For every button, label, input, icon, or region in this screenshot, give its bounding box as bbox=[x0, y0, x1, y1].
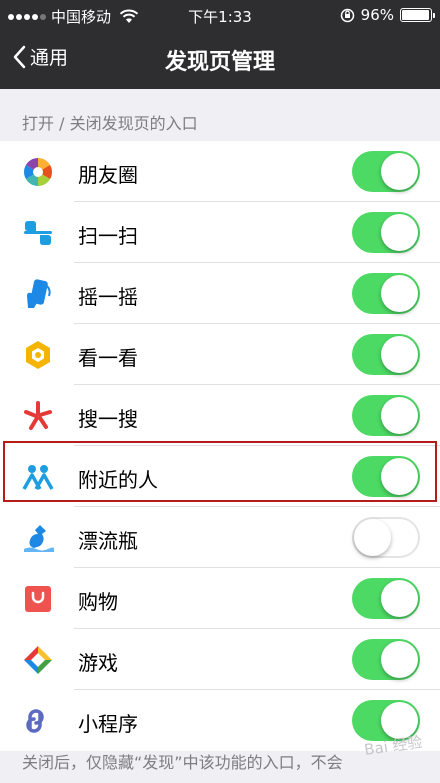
toggle-knob bbox=[381, 214, 418, 251]
toggle-knob bbox=[381, 641, 418, 678]
mini-programs-icon bbox=[26, 709, 44, 733]
list-item-shake: 摇一摇 bbox=[0, 263, 440, 324]
moments-icon bbox=[24, 158, 52, 186]
search-icon bbox=[24, 401, 52, 430]
list-item-games: 游戏 bbox=[0, 629, 440, 690]
toggle-knob bbox=[354, 519, 391, 556]
toggle-knob bbox=[381, 275, 418, 312]
toggle-knob bbox=[381, 397, 418, 434]
section-header: 打开 / 关闭发现页的入口 bbox=[22, 114, 198, 133]
list-item-label: 扫一扫 bbox=[78, 224, 138, 248]
list-item-drift-bottle: 漂流瓶 bbox=[0, 507, 440, 568]
back-label: 通用 bbox=[30, 47, 69, 69]
drift-bottle-icon bbox=[24, 525, 54, 552]
list-item-label: 游戏 bbox=[78, 651, 118, 675]
discover-entry-list: 朋友圈 扫一扫 摇一摇 看一看 搜一搜 附近的人 漂流瓶 购物 游戏 小程序 bbox=[0, 141, 440, 751]
toggle-switch[interactable] bbox=[352, 456, 420, 497]
list-item-label: 朋友圈 bbox=[78, 163, 138, 187]
toggle-switch[interactable] bbox=[352, 273, 420, 314]
toggle-knob bbox=[381, 458, 418, 495]
toggle-knob bbox=[381, 336, 418, 373]
toggle-switch[interactable] bbox=[352, 151, 420, 192]
toggle-switch[interactable] bbox=[352, 517, 420, 558]
list-item-label: 附近的人 bbox=[78, 468, 158, 492]
list-item-label: 小程序 bbox=[78, 712, 138, 736]
list-item-label: 漂流瓶 bbox=[78, 529, 138, 553]
toggle-switch[interactable] bbox=[352, 334, 420, 375]
list-item-label: 搜一搜 bbox=[78, 407, 138, 431]
battery-percent: 96% bbox=[360, 6, 394, 24]
list-item-top-stories: 看一看 bbox=[0, 324, 440, 385]
games-icon bbox=[24, 646, 52, 674]
toggle-knob bbox=[381, 153, 418, 190]
toggle-switch[interactable] bbox=[352, 578, 420, 619]
toggle-switch[interactable] bbox=[352, 395, 420, 436]
list-item-shopping: 购物 bbox=[0, 568, 440, 629]
scan-icon bbox=[24, 221, 52, 245]
list-item-label: 摇一摇 bbox=[78, 285, 138, 309]
status-bar: 中国移动 下午1:33 96% bbox=[0, 0, 440, 31]
people-nearby-icon bbox=[22, 465, 54, 490]
chevron-left-icon bbox=[13, 45, 26, 68]
orientation-lock-icon bbox=[340, 8, 354, 22]
toggle-switch[interactable] bbox=[352, 639, 420, 680]
battery-fill bbox=[402, 10, 429, 20]
list-item-label: 看一看 bbox=[78, 346, 138, 370]
shopping-icon bbox=[25, 586, 51, 612]
back-button[interactable]: 通用 bbox=[12, 43, 68, 70]
nav-bar: 通用 发现页管理 bbox=[0, 31, 440, 89]
list-item-label: 购物 bbox=[78, 590, 118, 614]
toggle-knob bbox=[381, 580, 418, 617]
list-item-moments: 朋友圈 bbox=[0, 141, 440, 202]
list-item-people-nearby: 附近的人 bbox=[0, 446, 440, 507]
shake-icon bbox=[27, 279, 51, 308]
status-right: 96% bbox=[340, 6, 435, 24]
battery-icon bbox=[400, 8, 435, 22]
list-item-scan: 扫一扫 bbox=[0, 202, 440, 263]
top-stories-icon bbox=[26, 341, 50, 369]
list-item-search: 搜一搜 bbox=[0, 385, 440, 446]
toggle-switch[interactable] bbox=[352, 212, 420, 253]
